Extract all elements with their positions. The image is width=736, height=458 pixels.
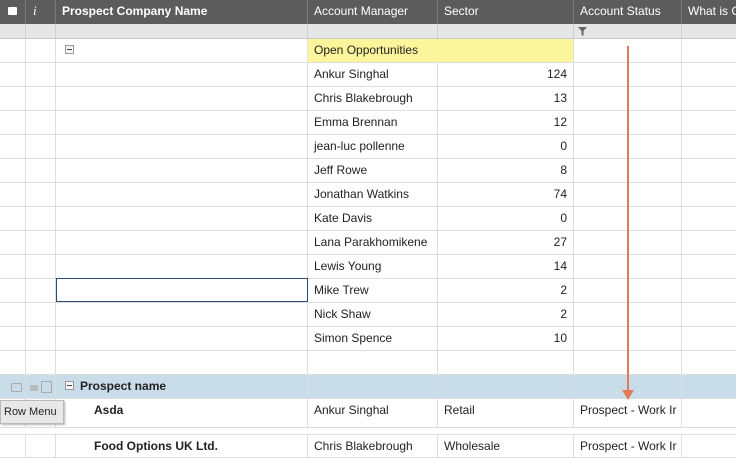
cell-company[interactable] <box>56 135 308 158</box>
cell-company[interactable] <box>56 111 308 134</box>
cell-company[interactable] <box>56 327 308 350</box>
filter-cell <box>438 24 574 38</box>
cell-company[interactable] <box>56 303 308 326</box>
column-header-prospect-company[interactable]: Prospect Company Name <box>56 0 308 24</box>
cell-value[interactable]: 0 <box>438 207 574 230</box>
column-header-sector[interactable]: Sector <box>438 0 574 24</box>
info-column-header[interactable]: i <box>26 0 56 24</box>
table-row[interactable] <box>0 351 736 375</box>
filter-row <box>0 24 736 39</box>
table-row[interactable]: Emma Brennan 12 <box>0 111 736 135</box>
cell-value[interactable]: 8 <box>438 159 574 182</box>
cell-value[interactable]: 124 <box>438 63 574 86</box>
cell-company[interactable]: Asda <box>56 399 308 427</box>
cell-manager[interactable]: Lana Parakhomikene <box>308 231 438 254</box>
info-icon: i <box>33 3 37 18</box>
cell-manager[interactable]: Jeff Rowe <box>308 159 438 182</box>
cell-manager[interactable]: Jonathan Watkins <box>308 183 438 206</box>
cell-company[interactable] <box>56 87 308 110</box>
cell-company[interactable] <box>56 231 308 254</box>
cell-value[interactable]: 27 <box>438 231 574 254</box>
cell-value[interactable]: 10 <box>438 327 574 350</box>
cell-sector[interactable]: Retail <box>438 399 574 427</box>
column-header-account-manager[interactable]: Account Manager <box>308 0 438 24</box>
collapse-icon[interactable] <box>65 381 74 390</box>
annotation-arrow-head <box>622 390 634 400</box>
lock-icon <box>30 385 38 391</box>
cell-sector[interactable]: Wholesale <box>438 435 574 458</box>
cell-manager[interactable]: Mike Trew <box>308 279 438 302</box>
cell-manager[interactable]: Emma Brennan <box>308 111 438 134</box>
group-row-open-opportunities[interactable]: Open Opportunities <box>0 39 736 63</box>
table-row[interactable]: Jonathan Watkins 74 <box>0 183 736 207</box>
filter-cell <box>0 24 26 38</box>
cell-value[interactable]: 2 <box>438 303 574 326</box>
cell-company[interactable] <box>56 278 308 302</box>
cell-manager[interactable]: Ankur Singhal <box>308 63 438 86</box>
cell-value[interactable]: 2 <box>438 279 574 302</box>
filter-icon[interactable] <box>578 27 587 36</box>
table-row[interactable]: Food Options UK Ltd. Chris Blakebrough W… <box>0 434 736 458</box>
cell-value[interactable]: 14 <box>438 255 574 278</box>
group-label: Prospect name <box>56 375 308 398</box>
collapse-icon[interactable] <box>65 45 74 54</box>
group-label: Open Opportunities <box>308 39 574 62</box>
filter-cell <box>308 24 438 38</box>
table-row[interactable]: Simon Spence 10 <box>0 327 736 351</box>
table-row[interactable]: Nick Shaw 2 <box>0 303 736 327</box>
cell-value[interactable]: 12 <box>438 111 574 134</box>
cell-manager[interactable]: Ankur Singhal <box>308 399 438 427</box>
table-row[interactable]: Chris Blakebrough 13 <box>0 87 736 111</box>
filter-cell <box>574 24 682 38</box>
table-row[interactable]: Jeff Rowe 8 <box>0 159 736 183</box>
row-menu-button[interactable]: Row Menu <box>0 400 64 424</box>
cell-manager[interactable]: Simon Spence <box>308 327 438 350</box>
cell-value[interactable]: 0 <box>438 135 574 158</box>
cell-manager[interactable]: Lewis Young <box>308 255 438 278</box>
cell-manager[interactable]: jean-luc pollenne <box>308 135 438 158</box>
attachment-icon[interactable] <box>41 381 52 393</box>
cell-value[interactable]: 13 <box>438 87 574 110</box>
cell-company[interactable] <box>56 63 308 86</box>
column-header-account-status[interactable]: Account Status <box>574 0 682 24</box>
comment-icon <box>8 7 17 15</box>
filter-cell <box>26 24 56 38</box>
filter-cell <box>56 24 308 38</box>
cell-company[interactable] <box>56 255 308 278</box>
cell-value[interactable]: 74 <box>438 183 574 206</box>
annotation-arrow-line <box>627 46 629 392</box>
comments-column-header[interactable] <box>0 0 26 24</box>
cell-status[interactable]: Prospect - Work Ir <box>574 435 682 458</box>
cell-company[interactable] <box>56 183 308 206</box>
cell-manager[interactable]: Chris Blakebrough <box>308 87 438 110</box>
column-header-row: i Prospect Company Name Account Manager … <box>0 0 736 24</box>
cell-company[interactable] <box>56 159 308 182</box>
cell-status[interactable]: Prospect - Work Ir <box>574 399 682 427</box>
table-row[interactable]: Asda Ankur Singhal Retail Prospect - Wor… <box>0 399 736 428</box>
table-row[interactable]: Lana Parakhomikene 27 <box>0 231 736 255</box>
table-row[interactable]: Ankur Singhal 124 <box>0 63 736 87</box>
comment-icon[interactable] <box>11 383 22 392</box>
table-row[interactable]: Mike Trew 2 <box>0 278 736 303</box>
table-row[interactable]: jean-luc pollenne 0 <box>0 135 736 159</box>
table-row[interactable]: Lewis Young 14 <box>0 255 736 279</box>
cell-company[interactable]: Food Options UK Ltd. <box>56 435 308 458</box>
table-row[interactable]: Kate Davis 0 <box>0 207 736 231</box>
cell-manager[interactable]: Chris Blakebrough <box>308 435 438 458</box>
column-header-what-is[interactable]: What is C <box>682 0 736 24</box>
cell-company[interactable] <box>56 207 308 230</box>
cell-manager[interactable]: Nick Shaw <box>308 303 438 326</box>
cell-manager[interactable]: Kate Davis <box>308 207 438 230</box>
